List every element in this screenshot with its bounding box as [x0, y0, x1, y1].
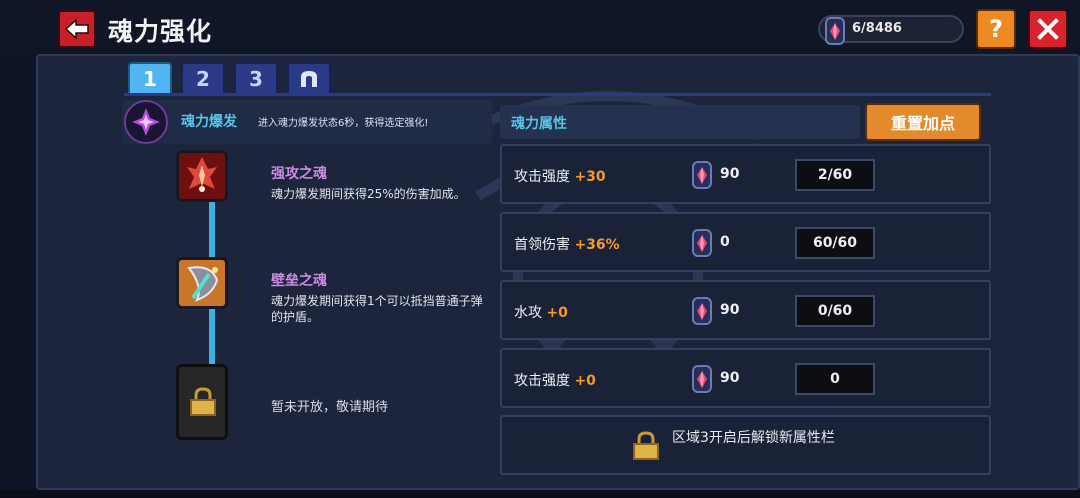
currency-value: 6/8486 [852, 21, 902, 36]
tab-2[interactable]: 2 [181, 62, 225, 94]
page-title: 魂力强化 [108, 17, 213, 46]
locked-skill-text: 暂未开放，敬请期待 [271, 400, 389, 415]
attribute-label: 攻击强度 +0 [514, 373, 596, 389]
burst-description: 进入魂力爆发状态6秒，获得选定强化! [258, 118, 429, 129]
skill-title-fortress: 壁垒之魂 [271, 273, 327, 289]
skill-connector [209, 202, 215, 257]
attribute-level-button[interactable]: 2/60 [795, 159, 875, 191]
soul-currency-counter: 6/8486 [818, 15, 964, 45]
attribute-row: 攻击强度 +0 90 0 [500, 348, 991, 408]
reset-points-button[interactable]: 重置加点 [865, 103, 981, 141]
burst-name: 魂力爆发 [181, 114, 237, 130]
attribute-level-button[interactable]: 0 [795, 363, 875, 395]
attribute-row: 水攻 +0 90 0/60 [500, 280, 991, 340]
close-button[interactable] [1028, 9, 1068, 49]
attribute-bonus: +36% [574, 237, 620, 253]
locked-attribute-slot: 区域3开启后解锁新属性栏 [500, 415, 991, 475]
skill-description-fortress: 魂力爆发期间获得1个可以抵挡普通子弹的护盾。 [271, 294, 483, 324]
attribute-cost: 90 [720, 370, 740, 386]
soul-crystal-icon [692, 365, 712, 393]
padlock-icon [190, 387, 216, 416]
arrow-left-icon [64, 18, 89, 40]
close-icon [1037, 18, 1059, 40]
attribute-bonus: +0 [574, 373, 596, 389]
attribute-row: 首领伤害 +36% 0 60/60 [500, 212, 991, 272]
tab-1[interactable]: 1 [128, 62, 172, 94]
tab-4[interactable] [287, 62, 331, 94]
fortress-soul-node[interactable] [176, 257, 228, 309]
attribute-label: 首领伤害 +36% [514, 237, 620, 253]
skill-description-attack: 魂力爆发期间获得25%的伤害加成。 [271, 187, 466, 201]
attribute-label: 攻击强度 +30 [514, 169, 606, 185]
soul-crystal-icon [692, 161, 712, 189]
attribute-cost: 0 [720, 234, 730, 250]
attack-soul-node[interactable] [176, 150, 228, 202]
padlock-icon [633, 431, 659, 460]
soul-crystal-icon [692, 229, 712, 257]
tab-underline [124, 93, 991, 96]
locked-skill-node [176, 364, 228, 440]
attribute-level-button[interactable]: 0/60 [795, 295, 875, 327]
soul-burst-icon [124, 100, 168, 144]
soul-crystal-icon [692, 297, 712, 325]
fortress-soul-icon [187, 266, 219, 302]
attribute-label: 水攻 +0 [514, 305, 568, 321]
skill-title-attack: 强攻之魂 [271, 166, 327, 182]
attribute-cost: 90 [720, 166, 740, 182]
soul-crystal-icon [825, 17, 845, 45]
attributes-header-label: 魂力属性 [511, 116, 567, 132]
tab-3[interactable]: 3 [234, 62, 278, 94]
attack-soul-icon [187, 157, 217, 192]
arch-icon [301, 71, 317, 87]
attribute-level-button[interactable]: 60/60 [795, 227, 875, 259]
back-button[interactable] [58, 10, 96, 48]
unlock-hint-text: 区域3开启后解锁新属性栏 [672, 430, 835, 446]
attribute-bonus: +30 [574, 169, 606, 185]
attribute-cost: 90 [720, 302, 740, 318]
skill-connector [209, 309, 215, 364]
attribute-row: 攻击强度 +30 90 2/60 [500, 144, 991, 204]
bottom-edge [0, 490, 1080, 498]
help-button[interactable]: ? [976, 9, 1016, 49]
attribute-bonus: +0 [546, 305, 568, 321]
